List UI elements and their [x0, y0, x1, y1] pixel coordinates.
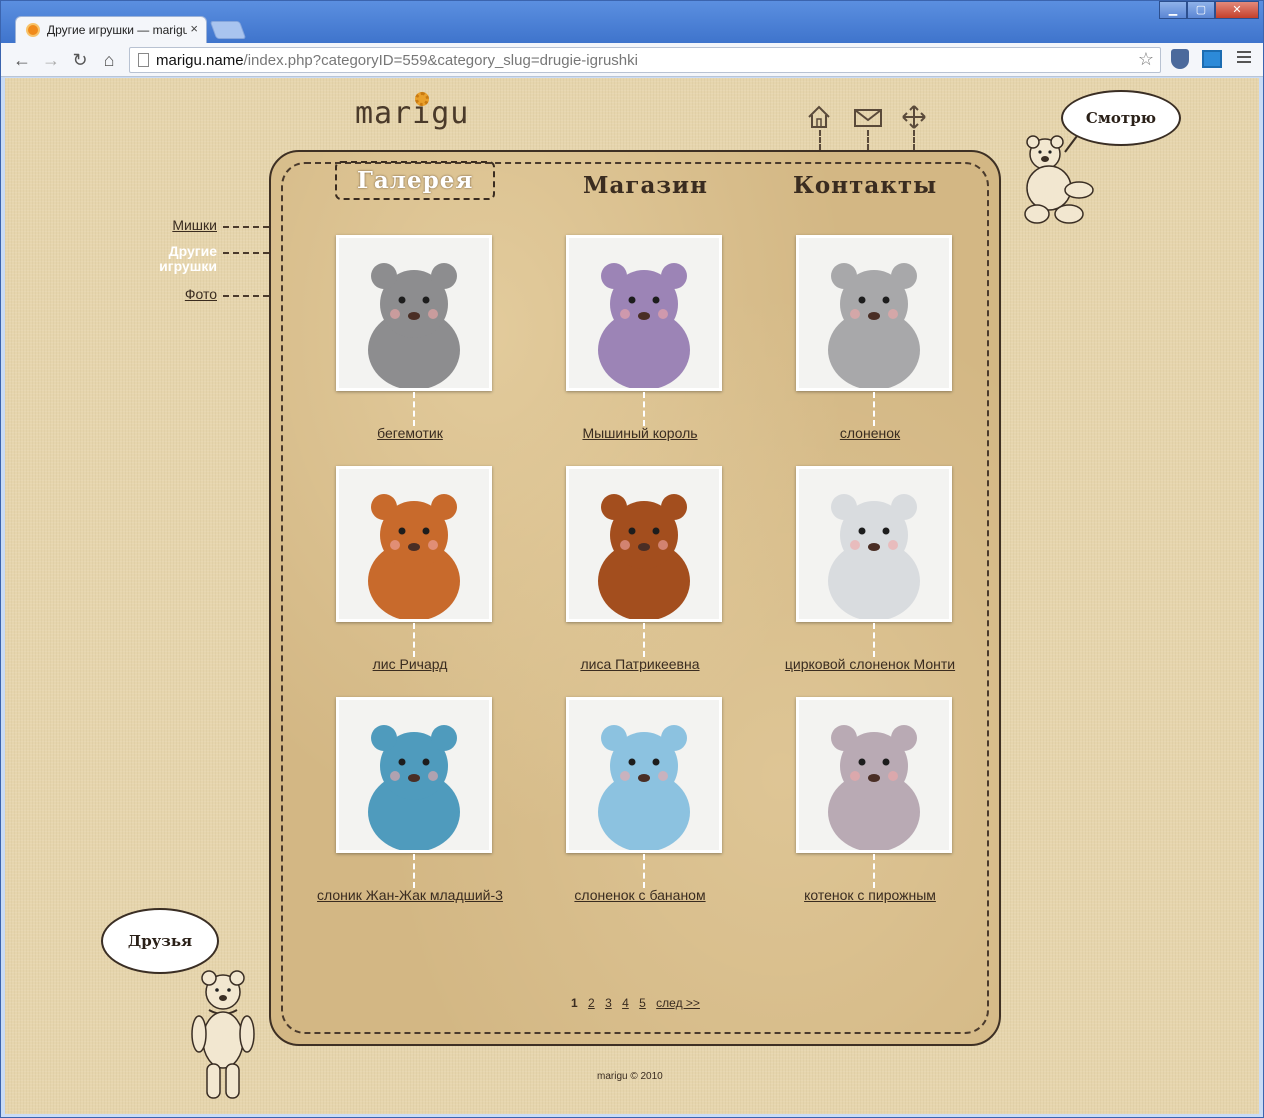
bubble-friends-text: Друзья	[127, 932, 193, 950]
sidebar-item-photo[interactable]: Фото	[155, 286, 217, 302]
favicon-icon	[26, 23, 40, 37]
speech-bubble-friends[interactable]: Друзья	[101, 908, 219, 974]
toy-photo[interactable]	[336, 466, 492, 622]
toy-photo[interactable]	[566, 235, 722, 391]
gallery-item[interactable]: лис Ричард	[295, 466, 525, 686]
title-bar: Другие игрушки — marigu × ▁ ▢ ✕	[1, 1, 1263, 43]
toy-photo[interactable]	[796, 235, 952, 391]
bubble-look-text: Смотрю	[1085, 109, 1157, 127]
sidebar-item-other-toys[interactable]: Другие игрушки	[141, 244, 217, 274]
shield-extension-icon[interactable]	[1171, 49, 1189, 69]
toy-photo[interactable]	[566, 466, 722, 622]
gallery-item[interactable]: слоненок с бананом	[525, 697, 755, 917]
nav-shop[interactable]: Магазин	[583, 172, 708, 199]
toy-photo[interactable]	[566, 697, 722, 853]
gallery-item[interactable]: лиса Патрикеевна	[525, 466, 755, 686]
browser-window: Другие игрушки — marigu × ▁ ▢ ✕ ← → ↻ ⌂ …	[0, 0, 1264, 1118]
tab-title: Другие игрушки — marigu	[47, 23, 187, 37]
page-link-4[interactable]: 4	[622, 996, 629, 1010]
forward-button[interactable]: →	[40, 49, 62, 71]
sidebar-item-bears[interactable]: Мишки	[155, 217, 217, 233]
page-link-2[interactable]: 2	[588, 996, 595, 1010]
page-current: 1	[571, 996, 578, 1010]
toy-title-link[interactable]: цирковой слоненок Монти	[725, 656, 1015, 672]
browser-tab[interactable]: Другие игрушки — marigu ×	[15, 16, 207, 43]
teddy-bear-standing-icon	[191, 970, 255, 1099]
toy-photo[interactable]	[336, 697, 492, 853]
tab-close-icon[interactable]: ×	[190, 21, 198, 36]
browser-toolbar: ← → ↻ ⌂ marigu.name/index.php?categoryID…	[1, 43, 1263, 77]
minimize-button[interactable]: ▁	[1159, 1, 1187, 19]
toy-photo[interactable]	[336, 235, 492, 391]
window-extension-icon[interactable]	[1202, 50, 1222, 68]
page-icon	[138, 53, 149, 67]
teddy-bear-sitting-icon	[1024, 135, 1094, 224]
menu-icon[interactable]	[1237, 51, 1251, 66]
pagination: 1 2 3 4 5 след >>	[571, 996, 707, 1010]
url-text[interactable]: marigu.name/index.php?categoryID=559&cat…	[156, 52, 638, 69]
flower-icon	[415, 92, 429, 106]
toy-title-link[interactable]: котенок с пирожным	[725, 887, 1015, 903]
reload-button[interactable]: ↻	[69, 49, 91, 71]
gallery-item[interactable]: цирковой слоненок Монти	[755, 466, 985, 686]
gallery-item[interactable]: Мышиный король	[525, 235, 755, 455]
mail-icon[interactable]	[853, 104, 882, 130]
nav-gallery[interactable]: Галерея	[335, 161, 496, 200]
gallery-item[interactable]: слоник Жан-Жак младший-3	[295, 697, 525, 917]
toy-photo[interactable]	[796, 697, 952, 853]
move-icon[interactable]	[901, 104, 927, 130]
page-link-3[interactable]: 3	[605, 996, 612, 1010]
bookmark-star-icon[interactable]: ☆	[1138, 49, 1154, 70]
footer-copyright: marigu © 2010	[597, 1071, 663, 1082]
gallery-item[interactable]: бегемотик	[295, 235, 525, 455]
gallery-item[interactable]: слоненок	[755, 235, 985, 455]
next-page-link[interactable]: след >>	[656, 996, 700, 1010]
toy-title-link[interactable]: слоненок	[725, 425, 1015, 441]
site-logo[interactable]: marigu	[355, 96, 469, 131]
toy-photo[interactable]	[796, 466, 952, 622]
close-window-button[interactable]: ✕	[1215, 1, 1259, 19]
web-page: marigu Смотрю Друзья Мишки Другие игрушк…	[5, 78, 1259, 1114]
address-bar[interactable]: marigu.name/index.php?categoryID=559&cat…	[129, 47, 1161, 73]
nav-contacts[interactable]: Контакты	[793, 172, 937, 199]
new-tab-button[interactable]	[209, 21, 247, 39]
gallery-item[interactable]: котенок с пирожным	[755, 697, 985, 917]
back-button[interactable]: ←	[11, 49, 33, 71]
maximize-button[interactable]: ▢	[1187, 1, 1215, 19]
home-button[interactable]: ⌂	[98, 49, 120, 71]
page-link-5[interactable]: 5	[639, 996, 646, 1010]
home-icon[interactable]	[806, 104, 832, 130]
